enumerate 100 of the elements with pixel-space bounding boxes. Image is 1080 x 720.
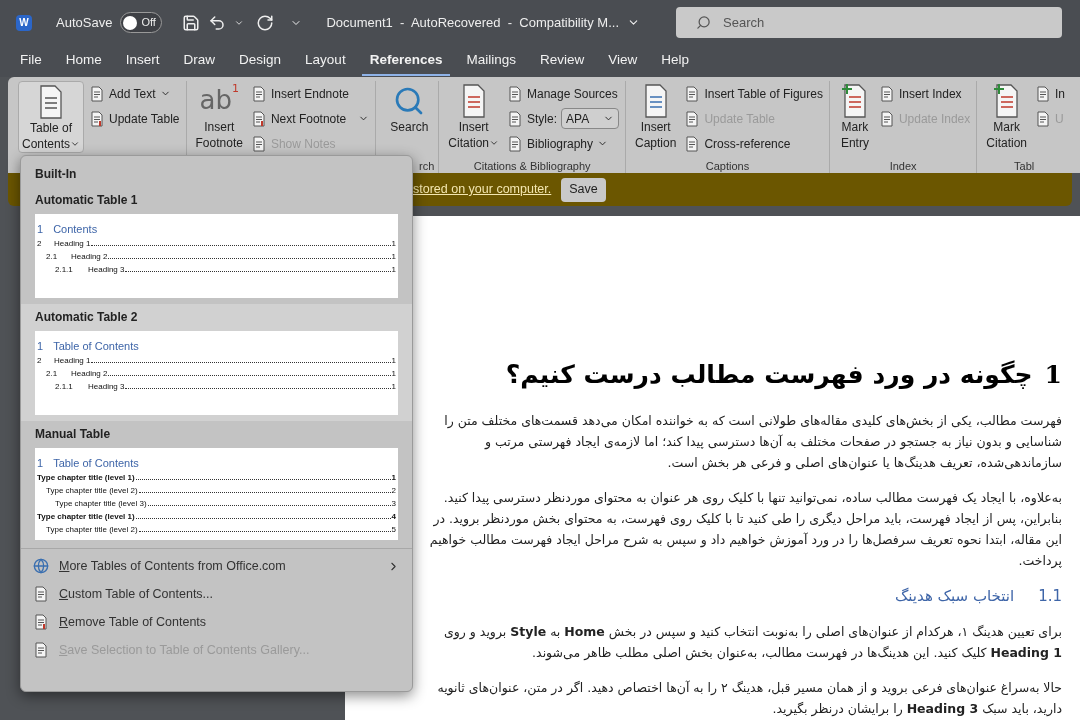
ribbon-large-button[interactable]: Insert Citation [445,81,502,153]
ribbon-large-button[interactable]: Mark Entry [835,81,874,153]
gallery-item[interactable]: Manual Table 1 Table of Contents Type chapter title (level 1) 1 Type chapter title (level 2) 2 Type chapter title (level 3) 3 Type chapter title (level 1) 4 Type chapter title (level 2) 5 [21,421,412,546]
ribbon-tab[interactable]: Mailings [458,46,524,76]
document-icon [878,110,895,127]
document-icon [250,135,267,152]
entry-page: 2 [391,485,396,497]
message-link[interactable]: stored on your computer. [413,180,552,199]
entry-number: 2 [37,238,43,250]
menu-item[interactable]: Remove Table of Contents [21,608,412,636]
gallery-title: Automatic Table 1 [35,192,139,209]
entry-title: Heading 2 [71,368,108,380]
ribbon-tab[interactable]: Design [231,46,290,76]
ribbon-button[interactable]: Manage Sources [507,81,619,106]
preview-heading-number: 1 [37,339,44,353]
entry-title: Type chapter title (level 1) [37,511,135,523]
entry-title: Type chapter title (level 3) [55,498,147,510]
entry-title: Type chapter title (level 1) [37,472,135,484]
ribbon-button[interactable]: Bibliography [507,131,619,156]
gallery-item[interactable]: Automatic Table 1 1 Contents 2 Heading 1 1 2.1 Heading 2 1 2.1.1 Heading 3 1 [21,187,412,304]
document-icon [89,110,106,127]
preview-heading: Table of Contents [53,456,139,470]
paragraph: به‌علاوه، با ایجاد یک فهرست مطالب ساده، نمی‌توانید تنها با کلیک روی هر عنوان به محتوای موردنظر دسترسی پیدا کنید. بنابراین، پس از ایجاد فهرست، باید مراحل دیگری را طی کنید تا با کلیک روی فهرست، به محتوای بخش موردنظر بروید. در این مقاله، ابتدا نحوه تعریف سرفصل‌ها را در ورد آموزش خواهیم داد و سپس به شرح مراحل ایجاد فهرست مطالب خواهیم پرداخت. [428,488,1062,571]
document-icon [250,85,267,102]
entry-title: Heading 2 [71,251,108,263]
style-icon [507,110,523,127]
search-field[interactable]: Search [676,7,1062,38]
document-icon [878,85,895,102]
save-button[interactable]: Save [561,177,606,202]
paragraph: فهرست مطالب، یکی از بخش‌های کلیدی مقاله‌های طولانی است که به خواننده امکان می‌دهد قسمت‌های مختلف متن را شناسایی و بدون نیاز به جستجو در صفحات مختلف به آن‌ها دسترسی پیدا کند؛ اما لازمه‌ی ایجاد فهرستی مرتب و سازماندهی‌شده، تعریف هدینگ‌ها یا عنوان‌های اصلی و فرعی هر بخش است. [443,411,1062,473]
ribbon-button[interactable]: Cross-reference [684,131,823,156]
group-label: Tabl [1013,159,1036,173]
document-icon [507,135,523,152]
group-label: rch [418,159,435,173]
document-icon [33,642,49,658]
caret-icon [489,138,499,148]
ribbon-button[interactable]: Add Text [89,81,180,106]
ribbon-tab[interactable]: Home [57,46,110,76]
document-icon [684,85,701,102]
subheading-number: 1.1 [1038,585,1062,607]
document-icon [33,586,49,602]
autosave-label: AutoSave [56,13,113,32]
entry-number: 2 [37,355,43,367]
ribbon-tab[interactable]: Help [653,46,698,76]
style-label: Style: [527,110,557,128]
ribbon-button[interactable]: Next Footnote [250,106,370,131]
entry-page: 1 [391,355,396,367]
entry-number: 2.1 [46,251,59,263]
group-label: Citations & Bibliography [472,159,592,173]
ribbon-button[interactable]: Insert Endnote [250,81,370,106]
entry-title: Type chapter title (level 2) [46,524,138,536]
entry-number: 2.1.1 [55,381,74,393]
ribbon-large-button[interactable]: Mark Citation [983,81,1030,153]
globe-icon [33,558,49,574]
group-label: Index [888,159,918,173]
entry-page: 1 [391,238,396,250]
ribbon-tab[interactable]: File [12,46,50,76]
preview-heading-number: 1 [37,456,44,470]
document-icon [33,614,49,630]
document-title: Document1 - AutoRecovered - Compatibility M... [326,13,619,32]
entry-page: 1 [391,368,396,380]
menu-item[interactable]: Custom Table of Contents... [21,580,412,608]
save-icon [182,13,201,32]
document-icon [684,110,701,127]
redo-icon [256,13,275,32]
ribbon-button[interactable]: Insert Table of Figures [684,81,823,106]
group-label: Captions [704,159,751,173]
entry-page: 5 [391,524,396,536]
document-icon [507,85,523,102]
ribbon-button[interactable]: In [1035,81,1065,106]
ribbon-large-button[interactable]: Table of Contents [18,81,85,153]
search-icon [696,15,711,30]
entry-page: 1 [391,264,396,276]
entry-page: 3 [391,498,396,510]
ribbon-button[interactable]: Update Table [89,106,180,131]
preview-heading: Contents [53,222,98,236]
preview-heading-number: 1 [37,222,44,236]
entry-title: Heading 1 [54,355,91,367]
menu-item[interactable]: More Tables of Contents from Office.com [21,552,412,580]
ribbon-tab[interactable]: Insert [117,46,168,76]
caret-icon [70,139,81,149]
ribbon-tab[interactable]: Layout [297,46,354,76]
ribbon-tab[interactable]: View [600,46,646,76]
autosave-toggle[interactable]: Off [120,12,163,33]
document-icon [89,85,106,102]
document-icon [684,135,701,152]
ribbon-large-button[interactable]: Insert Caption [632,81,680,153]
gallery-title: Manual Table [35,426,112,443]
entry-title: Heading 1 [54,238,91,250]
heading-number: 1 [1044,359,1062,391]
document-heading: چگونه در ورد فهرست مطالب درست کنیم؟ [505,359,1033,392]
entry-title: Heading 3 [88,264,125,276]
ribbon-tab[interactable]: Review [531,46,593,76]
ribbon-button[interactable]: Insert Index [878,81,971,106]
word-logo: W [16,14,32,31]
gallery-item[interactable]: Automatic Table 2 1 Table of Contents 2 Heading 1 1 2.1 Heading 2 1 2.1.1 Heading 3 1 [21,304,412,421]
ribbon-large-button[interactable]: Search [384,81,435,153]
style-select[interactable]: APA [561,108,619,129]
entry-title: Type chapter title (level 2) [46,485,138,497]
ribbon-tab[interactable]: Draw [175,46,224,76]
